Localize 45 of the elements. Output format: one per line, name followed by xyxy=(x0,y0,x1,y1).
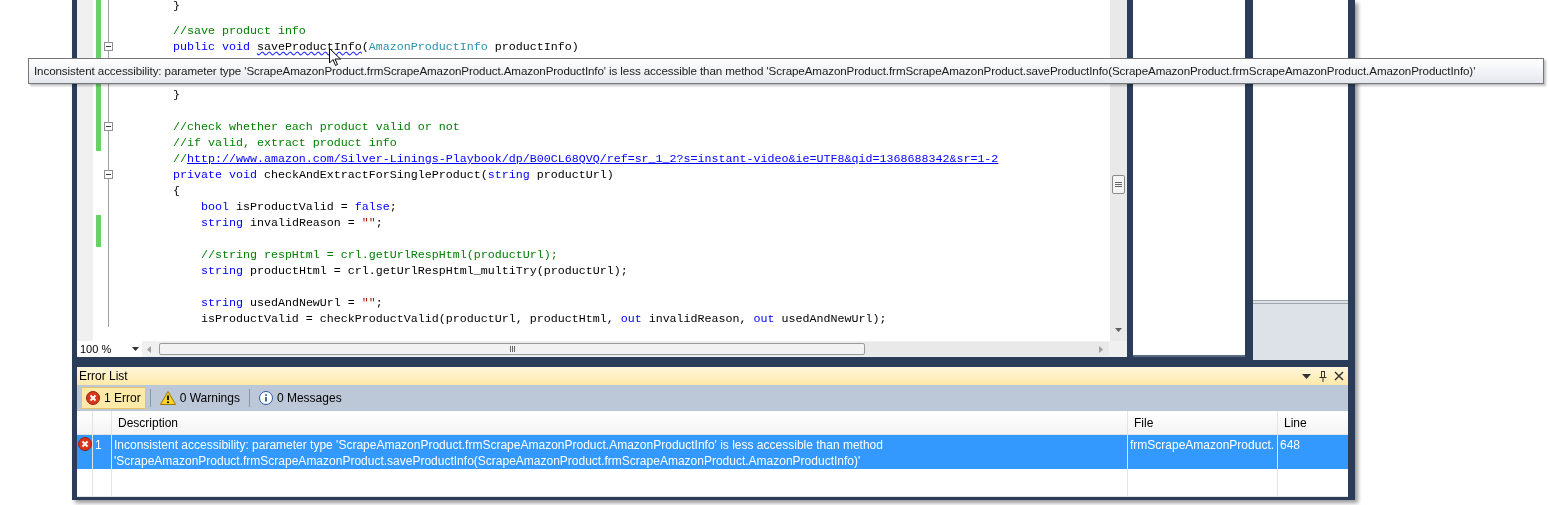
collapse-toggle[interactable] xyxy=(104,170,113,179)
code-line: string usedAndNewUrl = ""; xyxy=(199,295,383,311)
code-line: string invalidReason = ""; xyxy=(199,215,383,231)
code-line: isProductValid = checkProductValid(productUrl, productHtml, out invalidReason, out usedAndNewUrl); xyxy=(199,311,887,327)
column-header[interactable]: Description xyxy=(112,411,1128,434)
code-line: private void checkAndExtractForSingleProduct(string productUrl) xyxy=(171,167,614,183)
code-line: //check whether each product valid or not xyxy=(171,119,460,135)
error-icon xyxy=(77,437,92,451)
file-name: frmScrapeAmazonProduct. xyxy=(1130,438,1275,452)
filter-button[interactable]: 0 Messages xyxy=(253,387,347,409)
zoom-dropdown[interactable]: 100 % xyxy=(77,341,142,357)
code-line: //if valid, extract product info xyxy=(171,135,397,151)
collapse-toggle[interactable] xyxy=(104,42,113,51)
code-line: public void saveProductInfo(AmazonProductInfo productInfo) xyxy=(171,39,579,55)
scroll-down-icon[interactable] xyxy=(1115,328,1122,332)
error-icon xyxy=(86,391,100,405)
filter-button[interactable]: 0 Warnings xyxy=(154,387,245,409)
code-line: string productHtml = crl.getUrlRespHtml_multiTry(productUrl); xyxy=(199,263,628,279)
code-line: //http://www.amazon.com/Silver-Linings-Playbook/dp/B00CL68QVQ/ref=sr_1_2?s=instant-video&ie=UTF8&qid=1368688342&sr=1-2 xyxy=(171,151,999,167)
column-header[interactable]: Line xyxy=(1278,411,1348,434)
close-icon[interactable] xyxy=(1334,371,1344,381)
pin-icon[interactable] xyxy=(1319,370,1327,382)
error-tooltip: Inconsistent accessibility: parameter type 'ScrapeAmazonProduct.frmScrapeAmazonProduct.AmazonProductInfo' is less accessible than method 'ScrapeAmazonProduct.frmScrapeAmazonProduct.saveProductInfo(ScrapeAmazonProduct.frmScrapeAmazonProduct.AmazonProductInfo)' xyxy=(28,58,1544,84)
panel-title: Error List xyxy=(79,368,128,385)
error-row[interactable] xyxy=(77,435,1348,469)
code-line: } xyxy=(171,87,180,103)
scrollbar-thumb[interactable] xyxy=(159,343,865,355)
line-number: 648 xyxy=(1280,438,1301,452)
warning-icon xyxy=(159,391,176,405)
horizontal-scrollbar[interactable] xyxy=(159,342,1109,356)
scrollbar-thumb[interactable] xyxy=(1112,175,1125,194)
code-line: } xyxy=(171,0,180,12)
info-icon xyxy=(258,391,273,405)
code-line: bool isProductValid = false; xyxy=(199,199,397,215)
column-header[interactable]: File xyxy=(1128,411,1278,434)
row-number: 1 xyxy=(95,438,102,452)
code-line: //save product info xyxy=(171,23,306,39)
code-line: //string respHtml = crl.getUrlRespHtml(productUrl); xyxy=(199,247,558,263)
mouse-cursor-icon xyxy=(329,48,341,66)
caret-icon xyxy=(132,347,139,351)
collapse-toggle[interactable] xyxy=(104,122,113,131)
code-line: { xyxy=(171,183,180,199)
error-description: Inconsistent accessibility: parameter type 'ScrapeAmazonProduct.frmScrapeAmazonProduct.AmazonProductInfo' is less accessible than method 'ScrapeAmazonProduct.frmScrapeAmazonProduct.saveProductInfo(ScrapeAmazonProduct.frmScrapeAmazonProduct.AmazonProductInfo)' xyxy=(114,438,883,468)
filter-button[interactable]: 1 Error xyxy=(81,387,146,409)
dropdown-icon[interactable] xyxy=(1302,373,1311,379)
